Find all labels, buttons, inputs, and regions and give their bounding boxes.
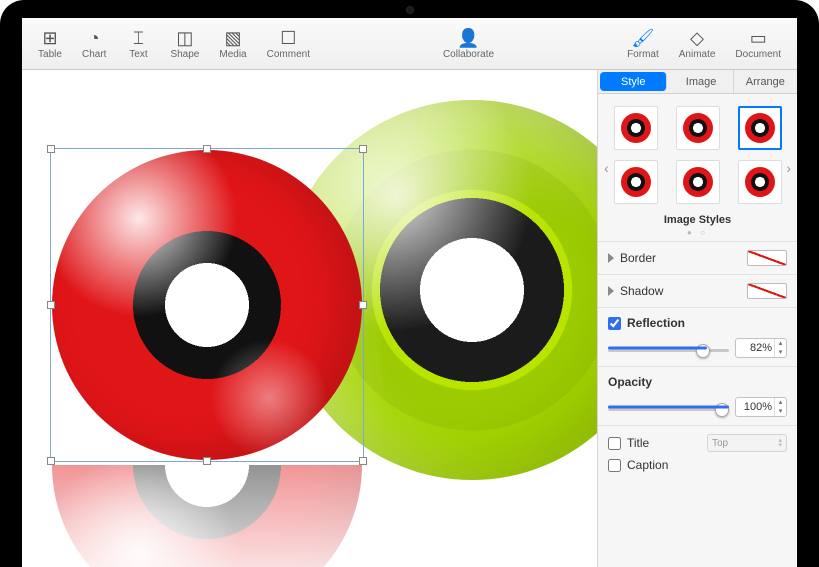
stepper-up-icon[interactable]: ▴ [775, 398, 786, 407]
toolbar: ⊞ Table ◔ Chart ⌶ Text ◫ Shape ▧ Media [22, 18, 797, 70]
image-styles-section: ‹ › Image Styles ● ○ [598, 94, 797, 241]
caption-label: Caption [627, 458, 668, 472]
toolbar-comment-button[interactable]: ☐ Comment [259, 26, 318, 62]
image-styles-label: Image Styles [602, 214, 793, 226]
toolbar-label: Media [219, 49, 246, 60]
shadow-section: Shadow [598, 274, 797, 307]
reflection-value: 82% [736, 342, 774, 354]
opacity-label: Opacity [608, 375, 787, 389]
toolbar-right-group: 🖌 Format ◇ Animate ▭ Document [619, 26, 789, 62]
toolbar-label: Document [735, 49, 781, 60]
format-inspector: Style Image Arrange ‹ › Image S [597, 70, 797, 567]
toolbar-document-button[interactable]: ▭ Document [727, 26, 789, 62]
shadow-label: Shadow [620, 284, 663, 298]
toolbar-table-button[interactable]: ⊞ Table [30, 26, 70, 62]
title-caption-section: Title Top ▴▾ Caption [598, 425, 797, 480]
document-icon: ▭ [750, 28, 767, 48]
title-position-value: Top [712, 438, 728, 449]
chevron-right-icon [608, 286, 614, 296]
styles-next-button[interactable]: › [782, 156, 795, 180]
border-swatch[interactable] [747, 250, 787, 266]
reflection-checkbox[interactable] [608, 317, 621, 330]
border-section: Border [598, 241, 797, 274]
reflection-label: Reflection [627, 316, 685, 330]
toolbar-text-button[interactable]: ⌶ Text [118, 26, 158, 62]
style-preset-5[interactable] [676, 160, 720, 204]
slide-canvas[interactable] [22, 70, 597, 567]
styles-prev-button[interactable]: ‹ [600, 156, 613, 180]
shadow-disclosure[interactable]: Shadow [608, 284, 663, 298]
style-preset-3[interactable] [738, 106, 782, 150]
tab-style[interactable]: Style [600, 72, 667, 91]
caption-checkbox[interactable] [608, 459, 621, 472]
style-preset-6[interactable] [738, 160, 782, 204]
opacity-stepper[interactable]: 100% ▴▾ [735, 397, 787, 417]
title-label: Title [627, 436, 649, 450]
app-window: ⊞ Table ◔ Chart ⌶ Text ◫ Shape ▧ Media [22, 18, 797, 567]
toolbar-label: Shape [170, 49, 199, 60]
toolbar-animate-button[interactable]: ◇ Animate [671, 26, 724, 62]
shadow-swatch[interactable] [747, 283, 787, 299]
tab-image[interactable]: Image [669, 70, 733, 93]
reflection-slider[interactable] [608, 349, 729, 352]
toolbar-label: Comment [267, 49, 310, 60]
reflection-section: Reflection 82% ▴▾ [598, 307, 797, 366]
toolbar-label: Collaborate [443, 49, 494, 60]
red-wheel-reflection [52, 465, 362, 567]
border-disclosure[interactable]: Border [608, 251, 656, 265]
stepper-down-icon[interactable]: ▾ [775, 407, 786, 416]
laptop-camera [406, 6, 414, 14]
title-position-dropdown[interactable]: Top ▴▾ [707, 434, 787, 452]
red-wheel-image[interactable] [52, 150, 362, 460]
toolbar-label: Table [38, 49, 62, 60]
opacity-slider[interactable] [608, 408, 729, 411]
format-icon: 🖌 [631, 28, 654, 48]
inspector-tabs: Style Image Arrange [598, 70, 797, 94]
toolbar-collaborate-button[interactable]: 👤 Collaborate [435, 26, 502, 62]
toolbar-media-button[interactable]: ▧ Media [211, 26, 254, 62]
style-preset-2[interactable] [676, 106, 720, 150]
stepper-down-icon[interactable]: ▾ [775, 348, 786, 357]
toolbar-left-group: ⊞ Table ◔ Chart ⌶ Text ◫ Shape ▧ Media [30, 26, 318, 62]
border-label: Border [620, 251, 656, 265]
style-preset-4[interactable] [614, 160, 658, 204]
reflection-stepper[interactable]: 82% ▴▾ [735, 338, 787, 358]
toolbar-label: Text [129, 49, 147, 60]
toolbar-format-button[interactable]: 🖌 Format [619, 26, 667, 62]
opacity-value: 100% [736, 401, 774, 413]
collaborate-icon: 👤 [457, 28, 479, 48]
toolbar-chart-button[interactable]: ◔ Chart [74, 26, 114, 62]
table-icon: ⊞ [42, 28, 57, 48]
toolbar-label: Animate [679, 49, 716, 60]
media-icon: ▧ [224, 28, 241, 48]
comment-icon: ☐ [280, 28, 296, 48]
animate-icon: ◇ [690, 28, 704, 48]
chart-icon: ◔ [89, 28, 100, 48]
title-checkbox[interactable] [608, 437, 621, 450]
text-icon: ⌶ [133, 28, 144, 48]
stepper-up-icon[interactable]: ▴ [775, 339, 786, 348]
toolbar-shape-button[interactable]: ◫ Shape [162, 26, 207, 62]
toolbar-label: Chart [82, 49, 106, 60]
toolbar-label: Format [627, 49, 659, 60]
opacity-section: Opacity 100% ▴▾ [598, 366, 797, 425]
chevron-right-icon [608, 253, 614, 263]
shape-icon: ◫ [176, 28, 193, 48]
tab-arrange[interactable]: Arrange [734, 70, 797, 93]
toolbar-center-group: 👤 Collaborate [318, 26, 619, 62]
style-preset-1[interactable] [614, 106, 658, 150]
styles-page-dots[interactable]: ● ○ [602, 228, 793, 237]
